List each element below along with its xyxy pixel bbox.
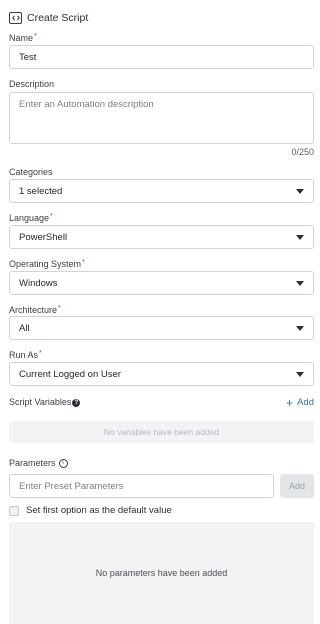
description-label: Description [9,79,55,89]
operating-system-select[interactable]: Windows [9,271,314,295]
description-textarea[interactable]: Enter an Automation description [9,92,314,144]
preset-parameters-input[interactable]: Enter Preset Parameters [9,474,274,498]
language-label: Language* [9,213,53,223]
required-mark: * [50,213,53,220]
architecture-label: Architecture* [9,305,61,315]
page-title: Create Script [27,12,89,24]
chevron-down-icon [296,234,304,240]
add-parameter-button[interactable]: Add [280,474,314,498]
variables-empty-state: No variables have been added [9,421,314,443]
add-variable-button[interactable]: + Add [286,395,314,410]
language-select[interactable]: PowerShell [9,225,314,249]
required-mark: * [58,305,61,312]
language-value: PowerShell [19,231,68,243]
name-value: Test [19,51,37,63]
chevron-down-icon [296,371,304,377]
description-placeholder: Enter an Automation description [19,99,154,110]
chevron-down-icon [296,188,304,194]
run-as-value: Current Logged on User [19,368,121,380]
architecture-select[interactable]: All [9,316,314,340]
name-label: Name* [9,33,37,43]
help-icon[interactable]: ? [72,398,81,407]
run-as-label: Run As* [9,350,42,360]
parameters-empty-state: No parameters have been added [9,522,314,624]
operating-system-label: Operating System* [9,259,85,269]
preset-parameters-placeholder: Enter Preset Parameters [19,480,124,492]
plus-icon: + [286,395,294,410]
add-variable-label: Add [297,397,314,408]
categories-select[interactable]: 1 selected [9,179,314,203]
required-mark: * [34,33,37,40]
description-char-counter: 0/250 [291,147,314,157]
required-mark: * [39,350,42,357]
run-as-select[interactable]: Current Logged on User [9,362,314,386]
default-value-checkbox[interactable] [9,505,19,516]
categories-value: 1 selected [19,185,63,197]
name-input[interactable]: Test [9,45,314,69]
code-icon [9,12,22,24]
required-mark: * [82,259,85,266]
default-value-option[interactable]: Set first option as the default value [9,505,172,516]
architecture-value: All [19,322,30,334]
chevron-down-icon [296,280,304,286]
info-icon[interactable]: i [58,459,68,469]
operating-system-value: Windows [19,277,58,289]
chevron-down-icon [296,325,304,331]
page-header: Create Script [9,11,88,25]
script-variables-label: Script Variables? [9,397,81,407]
parameters-label: Parameters i [9,458,68,469]
default-value-checkbox-label: Set first option as the default value [26,505,172,516]
categories-label: Categories [9,167,53,177]
